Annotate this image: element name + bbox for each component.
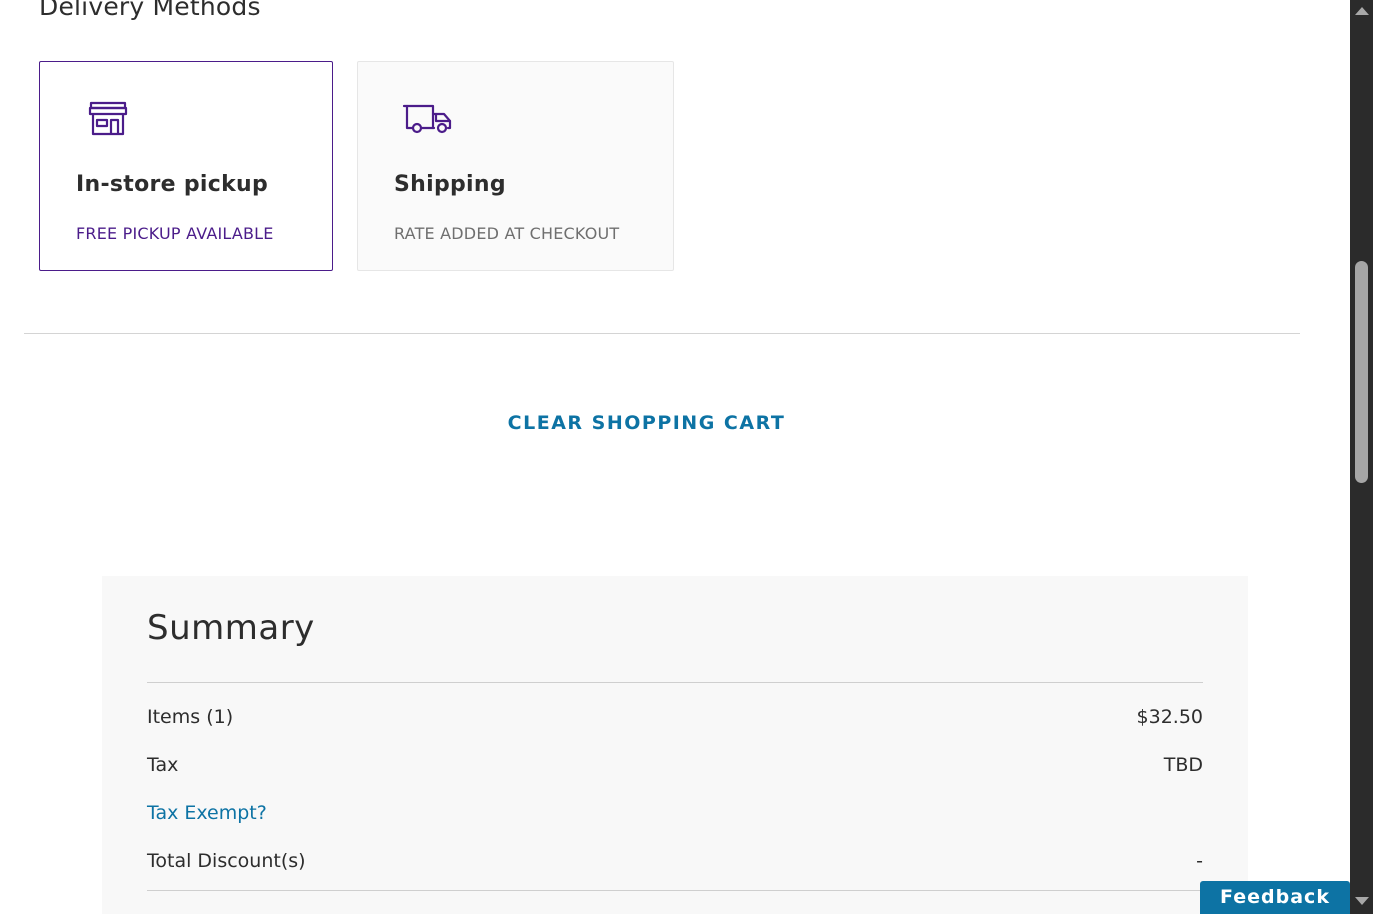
order-summary-panel: Summary Items (1) $32.50 Tax TBD Tax Exe… [102, 576, 1248, 914]
scroll-up-arrow-icon[interactable] [1355, 7, 1369, 15]
tax-exempt-link[interactable]: Tax Exempt? [147, 802, 267, 824]
scroll-thumb[interactable] [1355, 261, 1368, 483]
discount-value: - [1196, 850, 1203, 872]
page: Delivery Methods In-store pickup FREE PI… [0, 0, 1350, 914]
summary-row-tax-exempt: Tax Exempt? [147, 802, 1203, 828]
discount-label: Total Discount(s) [147, 850, 306, 872]
delivery-option-shipping[interactable]: Shipping RATE ADDED AT CHECKOUT [357, 61, 674, 271]
summary-row-discount: Total Discount(s) - [147, 850, 1203, 876]
clear-shopping-cart-button[interactable]: CLEAR SHOPPING CART [0, 412, 1293, 434]
delivery-option-name: In-store pickup [76, 172, 269, 197]
tax-label: Tax [147, 754, 179, 776]
summary-title: Summary [147, 608, 315, 648]
delivery-methods-title: Delivery Methods [39, 0, 261, 21]
scroll-down-arrow-icon[interactable] [1355, 897, 1369, 905]
summary-divider [147, 890, 1203, 891]
store-icon [86, 100, 130, 138]
delivery-option-subtitle: FREE PICKUP AVAILABLE [76, 224, 274, 243]
summary-row-tax: Tax TBD [147, 754, 1203, 780]
delivery-option-in-store-pickup[interactable]: In-store pickup FREE PICKUP AVAILABLE [39, 61, 333, 271]
items-label: Items (1) [147, 706, 234, 728]
summary-divider [147, 682, 1203, 683]
vertical-scrollbar[interactable] [1350, 0, 1373, 914]
items-value: $32.50 [1136, 706, 1203, 728]
tax-value: TBD [1163, 754, 1203, 776]
delivery-option-subtitle: RATE ADDED AT CHECKOUT [394, 224, 620, 243]
feedback-button[interactable]: Feedback [1200, 881, 1350, 914]
section-divider [24, 333, 1300, 334]
truck-icon [401, 100, 452, 138]
summary-row-items: Items (1) $32.50 [147, 706, 1203, 732]
delivery-option-name: Shipping [394, 172, 506, 197]
